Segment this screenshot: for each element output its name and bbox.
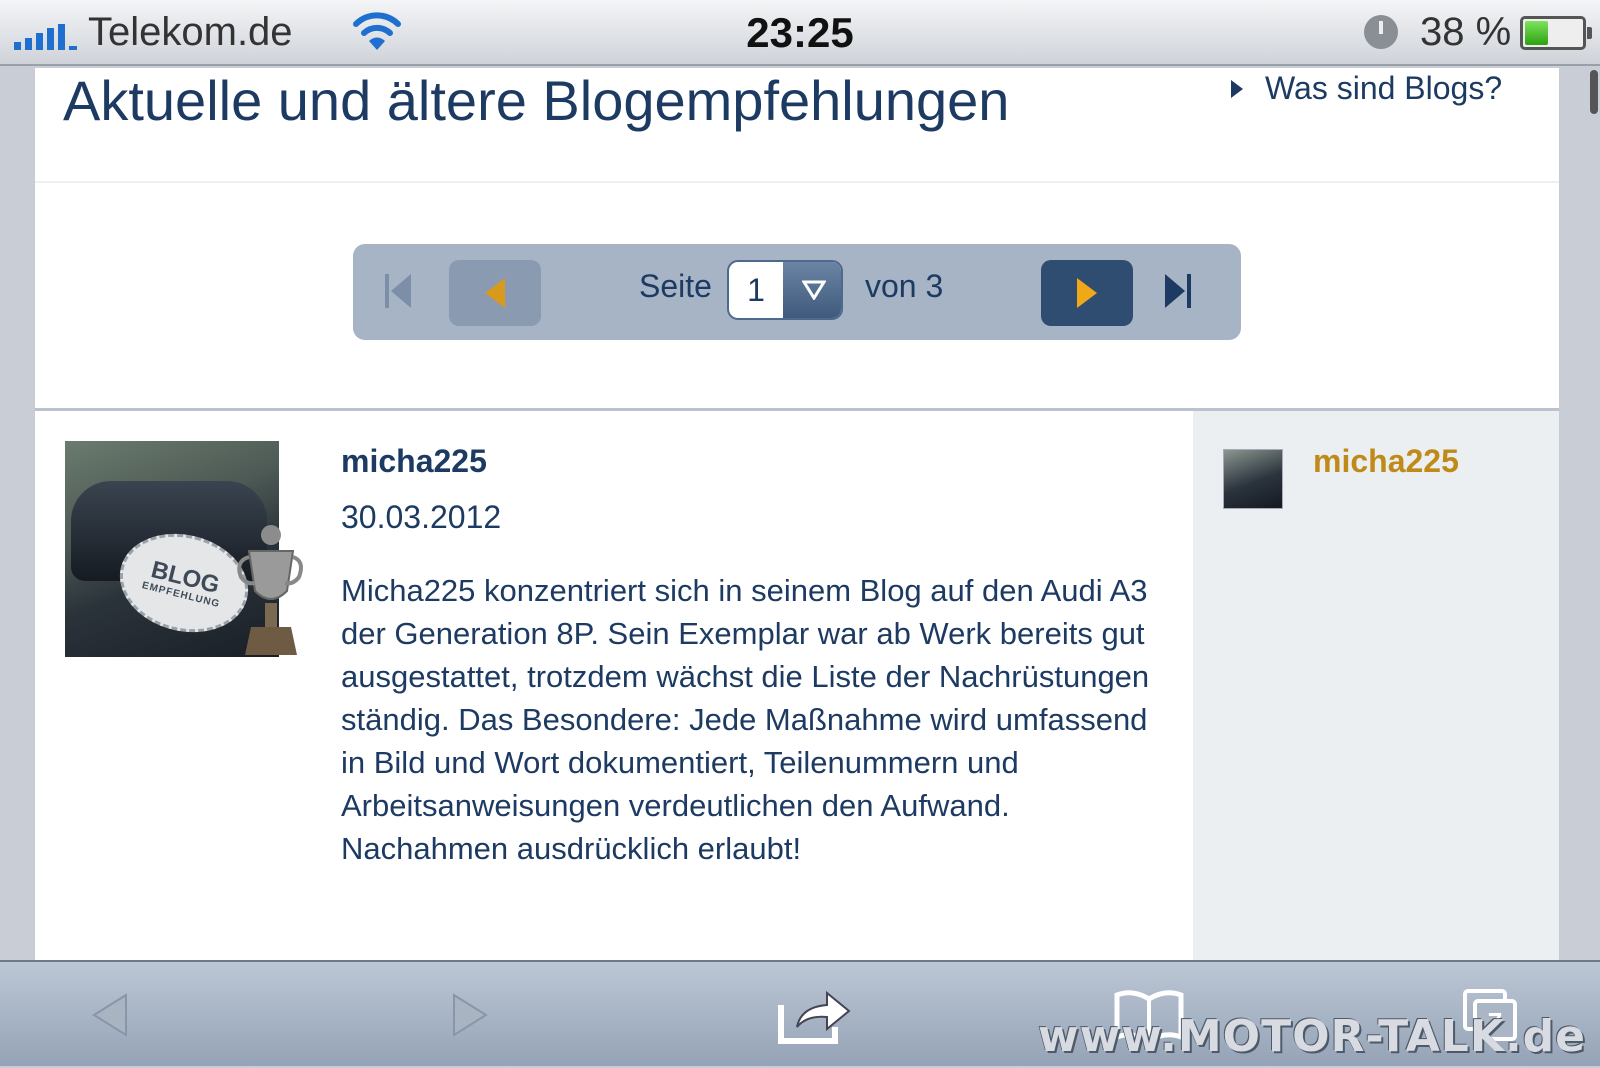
forward-button[interactable] xyxy=(440,962,500,1068)
web-page: Aktuelle und ältere Blogempfehlungen Was… xyxy=(34,68,1560,960)
page-count-label: von 3 xyxy=(865,268,944,304)
previous-page-button[interactable] xyxy=(449,260,541,326)
scrollbar xyxy=(1590,70,1598,114)
last-page-icon[interactable] xyxy=(1163,272,1193,310)
blog-date: 30.03.2012 xyxy=(341,499,502,535)
sidebar-author-link[interactable]: micha225 xyxy=(1313,443,1459,480)
pagination-bar: Seite 1 von 3 xyxy=(353,244,1241,340)
share-icon xyxy=(778,990,851,1044)
blog-author[interactable]: micha225 xyxy=(341,443,487,480)
page-label: Seite xyxy=(639,268,712,304)
battery-icon xyxy=(1520,16,1592,50)
clock-time: 23:25 xyxy=(746,9,854,56)
page-select[interactable]: 1 xyxy=(727,260,843,320)
status-bar: Telekom.de 23:25 38 % xyxy=(0,0,1600,66)
author-sidebar: micha225 xyxy=(1193,411,1559,960)
trophy-icon xyxy=(237,525,303,655)
alarm-clock-icon xyxy=(1364,15,1398,49)
browser-toolbar: 7 www.MOTOR-TALK.de xyxy=(0,960,1600,1066)
battery-percent: 38 % xyxy=(1420,10,1512,54)
blog-recommendation-entry: BLOG EMPFEHLUNG micha225 30.03.2012 Mich… xyxy=(35,411,1193,960)
watermark: www.MOTOR-TALK.de xyxy=(1038,1011,1586,1062)
chevron-down-icon xyxy=(802,280,826,300)
arrow-right-icon xyxy=(453,993,488,1037)
arrow-right-icon xyxy=(1231,79,1243,98)
arrow-right-icon xyxy=(1077,278,1097,308)
first-page-icon[interactable] xyxy=(383,272,413,310)
battery-level xyxy=(1525,21,1548,45)
page-title: Aktuelle und ältere Blogempfehlungen xyxy=(63,69,1010,132)
avatar[interactable] xyxy=(1223,449,1283,509)
blog-thumbnail[interactable]: BLOG EMPFEHLUNG xyxy=(65,441,303,657)
share-button[interactable] xyxy=(770,962,860,1068)
page-select-value: 1 xyxy=(747,272,765,308)
arrow-left-icon xyxy=(92,993,127,1037)
page-select-dropdown-button[interactable] xyxy=(783,262,841,318)
back-button[interactable] xyxy=(80,962,140,1068)
blog-description: Micha225 konzentriert sich in seinem Blo… xyxy=(341,573,1150,866)
divider xyxy=(35,181,1559,183)
what-are-blogs-label: Was sind Blogs? xyxy=(1265,70,1503,106)
what-are-blogs-link[interactable]: Was sind Blogs? xyxy=(1231,70,1502,107)
arrow-left-icon xyxy=(485,278,505,308)
next-page-button[interactable] xyxy=(1041,260,1133,326)
